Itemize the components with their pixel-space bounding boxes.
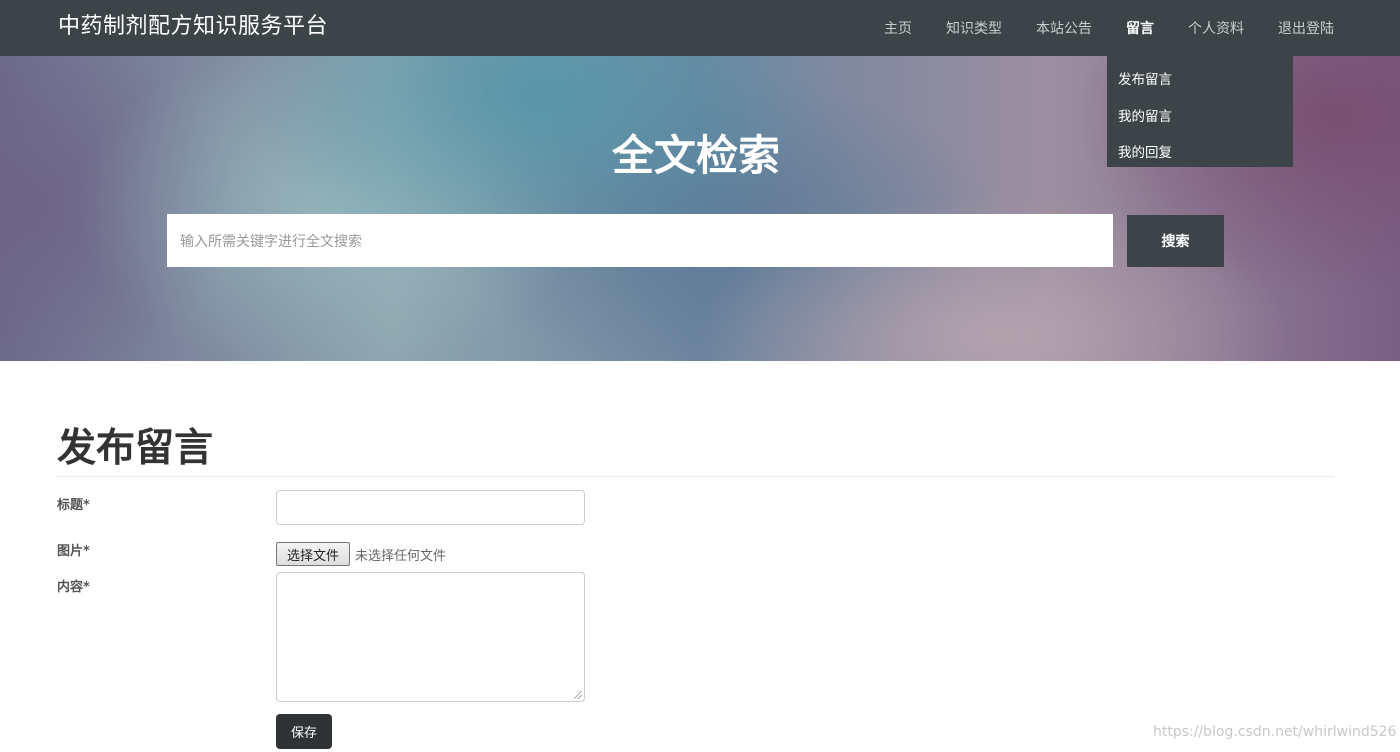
dropdown-item-post-message[interactable]: 发布留言 [1107, 62, 1293, 99]
title-divider [57, 476, 1334, 477]
content-textarea[interactable] [276, 572, 585, 702]
image-field-label: 图片* [57, 544, 90, 559]
nav-item-announcements[interactable]: 本站公告 [1036, 18, 1092, 38]
nav-item-profile[interactable]: 个人资料 [1188, 18, 1244, 38]
resize-handle-icon[interactable] [574, 691, 582, 699]
nav-item-logout[interactable]: 退出登陆 [1278, 18, 1334, 38]
site-brand[interactable]: 中药制剂配方知识服务平台 [58, 8, 328, 40]
main-nav: 主页 知识类型 本站公告 留言 个人资料 退出登陆 [850, 0, 1334, 56]
watermark-text: https://blog.csdn.net/whirlwind526 [1153, 724, 1397, 740]
dropdown-item-my-messages[interactable]: 我的留言 [1107, 99, 1293, 136]
fulltext-search-input[interactable]: 输入所需关键字进行全文搜索 [167, 214, 1113, 267]
title-input[interactable] [276, 490, 585, 525]
nav-item-home[interactable]: 主页 [884, 18, 912, 38]
messages-dropdown-menu: 发布留言 我的留言 我的回复 [1107, 56, 1293, 167]
file-status-text: 未选择任何文件 [355, 549, 447, 564]
choose-file-button[interactable]: 选择文件 [276, 542, 350, 566]
dropdown-item-my-replies[interactable]: 我的回复 [1107, 135, 1293, 172]
nav-item-knowledge-types[interactable]: 知识类型 [946, 18, 1002, 38]
page-title: 发布留言 [57, 426, 214, 471]
title-field-label: 标题* [57, 498, 90, 513]
content-field-label: 内容* [57, 580, 90, 595]
search-button[interactable]: 搜索 [1127, 215, 1224, 267]
save-button[interactable]: 保存 [276, 714, 332, 749]
nav-item-messages[interactable]: 留言 [1126, 18, 1154, 38]
search-placeholder: 输入所需关键字进行全文搜索 [180, 233, 362, 250]
top-navbar: 中药制剂配方知识服务平台 主页 知识类型 本站公告 留言 个人资料 退出登陆 [0, 0, 1400, 56]
